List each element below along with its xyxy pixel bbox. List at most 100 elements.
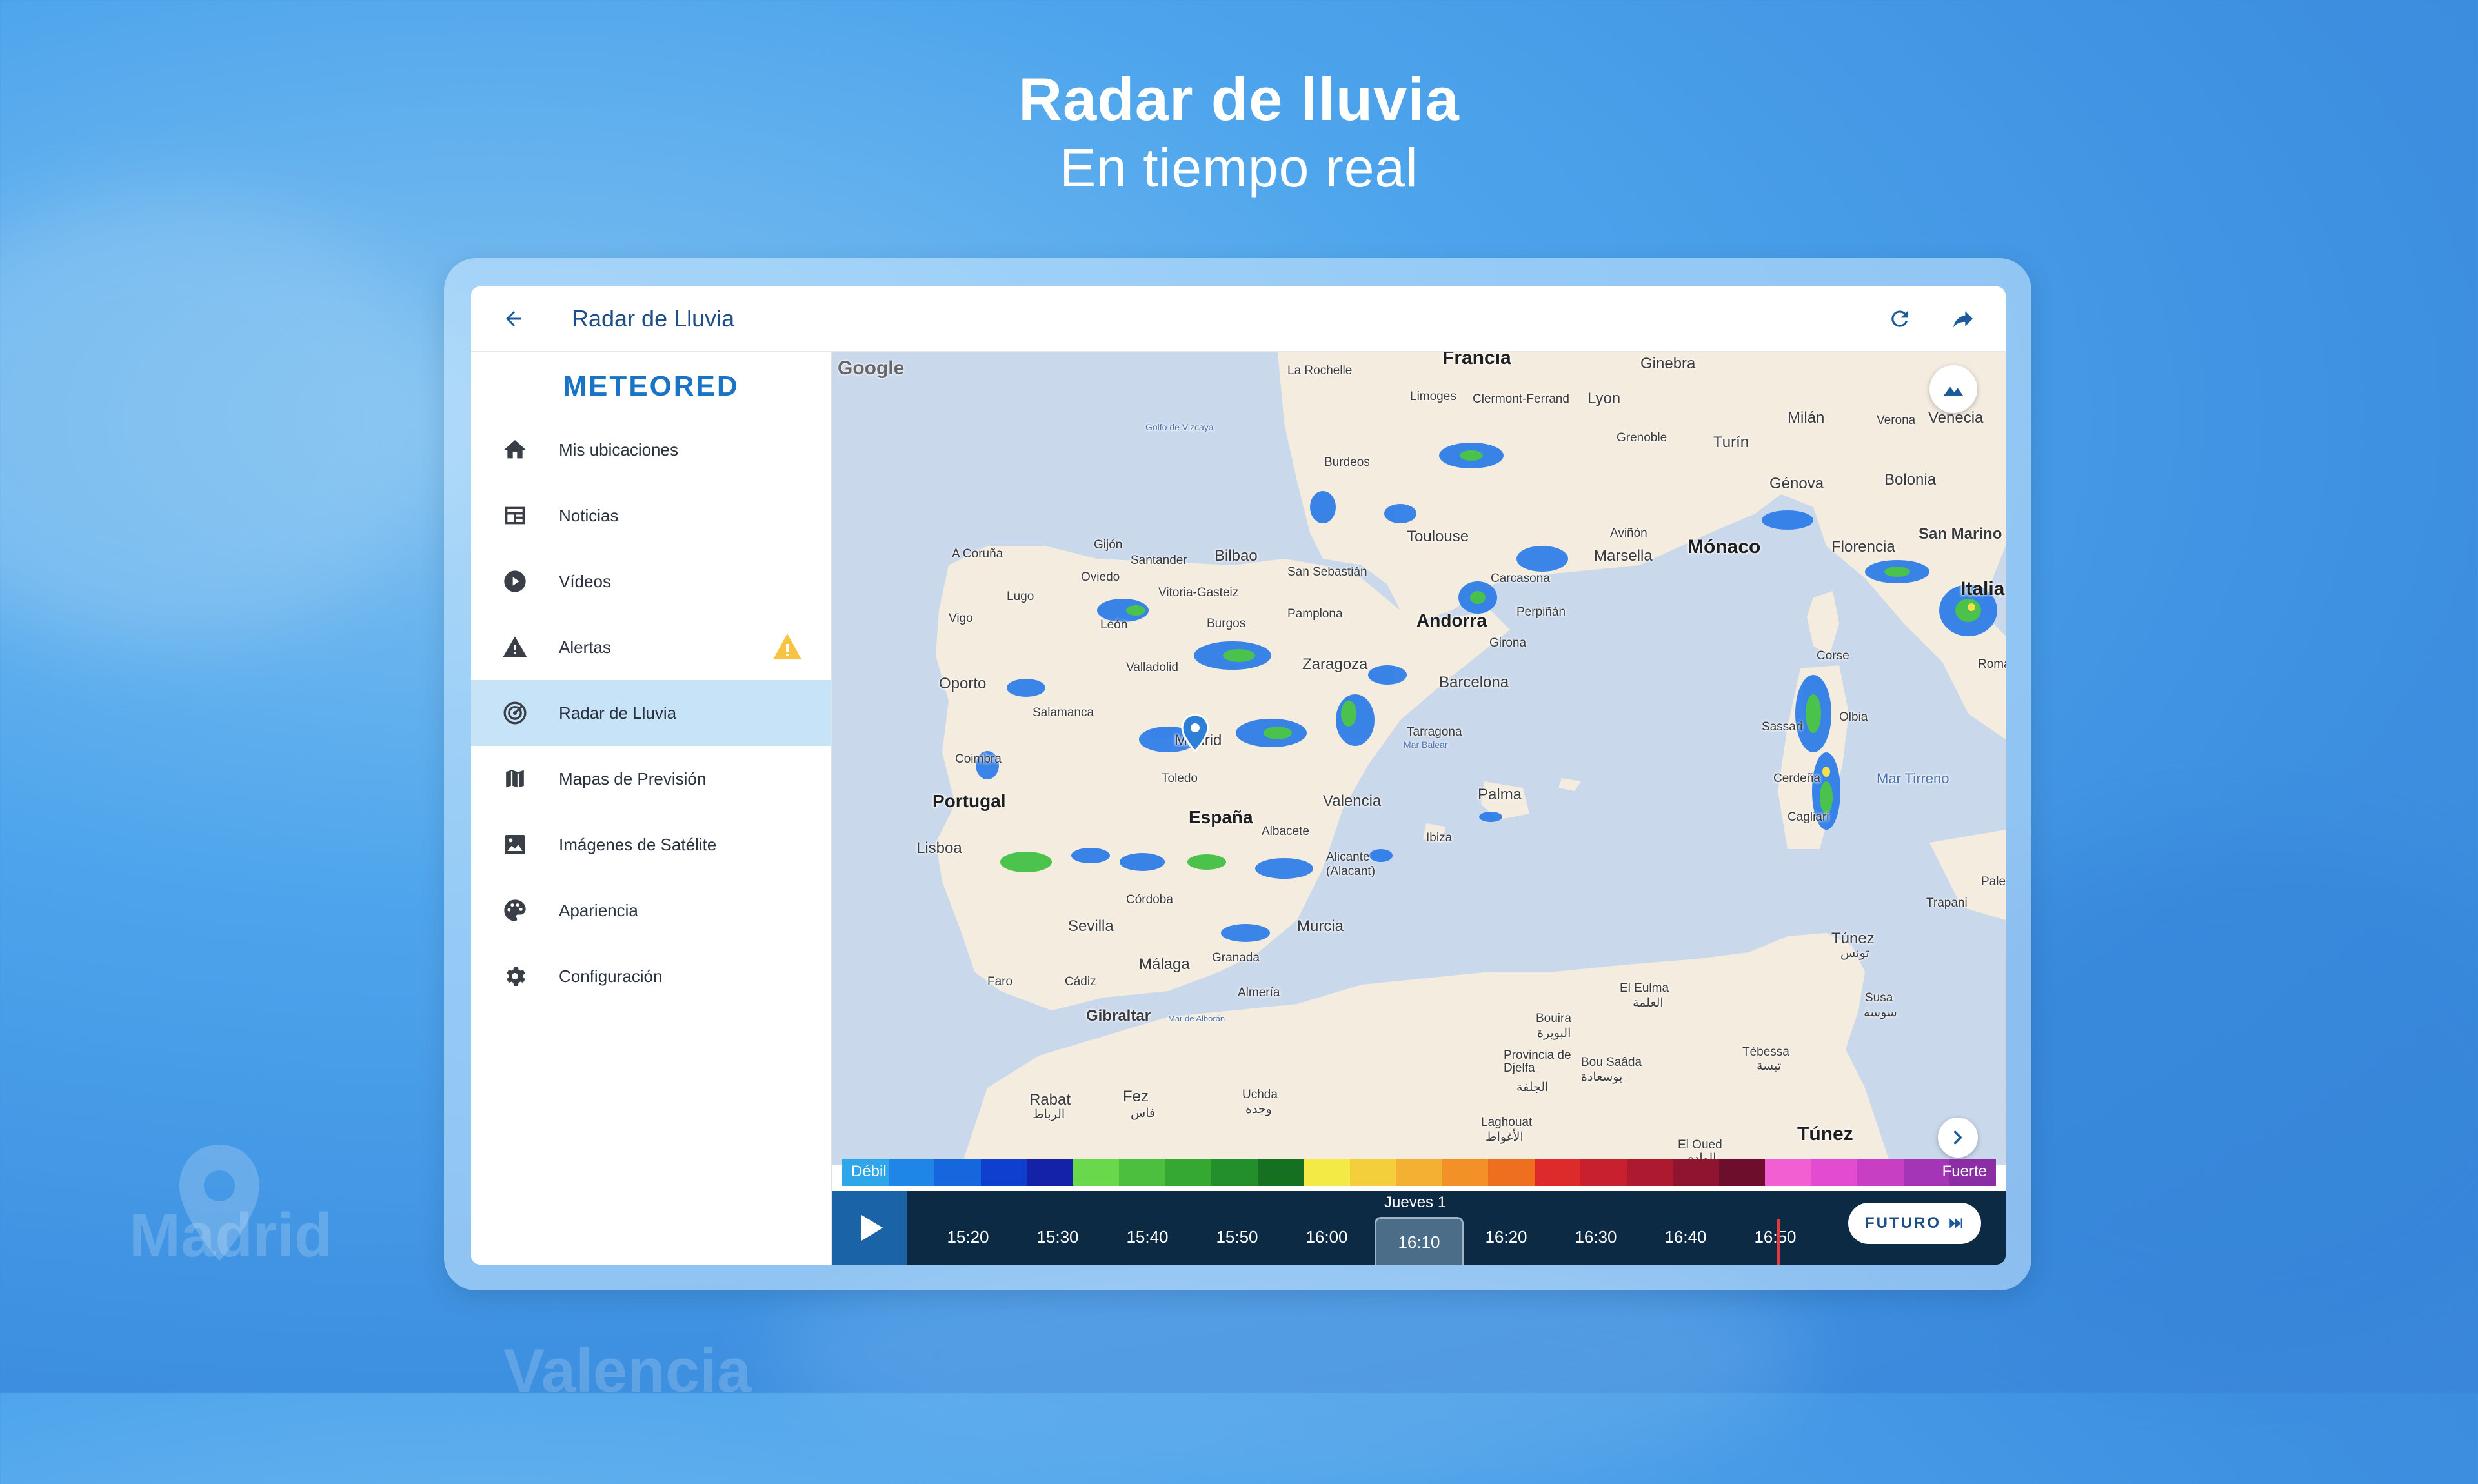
map-label: San Marino bbox=[1919, 525, 2002, 543]
map-label: Granada bbox=[1212, 951, 1260, 965]
hero-subtitle: En tiempo real bbox=[1060, 137, 1418, 198]
svg-text:METEORED: METEORED bbox=[563, 370, 739, 402]
time-step[interactable]: 15:30 bbox=[1019, 1227, 1096, 1247]
map-label: Limoges bbox=[1410, 390, 1456, 403]
sidebar-item-configuracion[interactable]: Configuración bbox=[471, 943, 831, 1009]
sidebar-item-label: Mapas de Previsión bbox=[559, 768, 707, 788]
map-label: الأغواط bbox=[1486, 1130, 1524, 1144]
play-circle-icon bbox=[501, 567, 529, 596]
legend-color-segment bbox=[1718, 1159, 1766, 1186]
sidebar-item-label: Apariencia bbox=[559, 900, 638, 920]
legend-color-segment bbox=[1027, 1159, 1073, 1186]
map-label: Córdoba bbox=[1126, 893, 1173, 907]
legend-color-segment bbox=[1349, 1159, 1396, 1186]
legend-color-segment bbox=[1304, 1159, 1350, 1186]
map-label: Vitoria-Gasteiz bbox=[1158, 586, 1239, 599]
map-label: فاس bbox=[1131, 1107, 1156, 1120]
map-label: Roma bbox=[1978, 657, 2006, 671]
map-layers-button[interactable] bbox=[1929, 365, 1977, 413]
map-label: Trapani bbox=[1926, 896, 1968, 910]
sidebar-item-label: Noticias bbox=[559, 505, 619, 525]
legend-color-segment bbox=[1073, 1159, 1120, 1186]
map-label: الرباط bbox=[1032, 1108, 1065, 1121]
map-label: Laghouat bbox=[1481, 1116, 1533, 1129]
warning-badge-icon bbox=[773, 634, 801, 659]
sidebar-item-radar-de-lluvia[interactable]: Radar de Lluvia bbox=[471, 680, 831, 746]
back-button[interactable] bbox=[494, 299, 533, 338]
map-label: Túnez bbox=[1797, 1123, 1853, 1145]
legend-color-segment bbox=[888, 1159, 935, 1186]
map-label: Bolonia bbox=[1884, 471, 1937, 488]
map-label: Lisboa bbox=[916, 839, 962, 857]
map-label: Ginebra bbox=[1640, 355, 1696, 372]
map-label: Andorra bbox=[1416, 610, 1487, 630]
map-label: Uchda bbox=[1242, 1088, 1278, 1101]
legend-color-segment bbox=[1811, 1159, 1858, 1186]
time-step[interactable]: 16:40 bbox=[1647, 1227, 1724, 1247]
radar-map[interactable]: Google Francia La Rochelle Limoges Clerm… bbox=[832, 352, 2006, 1165]
legend-color-segment bbox=[1949, 1159, 1996, 1186]
map-label: Burdeos bbox=[1324, 456, 1370, 469]
time-step[interactable]: 16:20 bbox=[1467, 1227, 1545, 1247]
location-pin-icon[interactable] bbox=[1181, 714, 1209, 752]
refresh-icon bbox=[1891, 310, 1908, 327]
precipitation-legend bbox=[842, 1159, 1996, 1186]
map-label: Oporto bbox=[939, 675, 987, 692]
map-label: Túnez bbox=[1831, 930, 1875, 947]
palette-icon bbox=[501, 896, 529, 925]
time-step[interactable]: 16:50 bbox=[1737, 1227, 1814, 1247]
map-label: Italia bbox=[1960, 578, 2005, 599]
time-step[interactable]: 15:20 bbox=[929, 1227, 1007, 1247]
map-label: Carcasona bbox=[1491, 572, 1550, 585]
map-label: Almería bbox=[1238, 986, 1280, 999]
legend-color-segment bbox=[1257, 1159, 1304, 1186]
time-step[interactable]: 16:30 bbox=[1557, 1227, 1635, 1247]
sidebar-item-label: Configuración bbox=[559, 966, 663, 986]
map-label: Lyon bbox=[1587, 390, 1621, 407]
map-label: Aviñón bbox=[1610, 526, 1647, 540]
map-label: Zaragoza bbox=[1302, 656, 1368, 673]
time-step-selected[interactable]: 16:10 bbox=[1375, 1217, 1464, 1265]
map-label: Barcelona bbox=[1439, 674, 1509, 691]
time-step[interactable]: 15:50 bbox=[1198, 1227, 1276, 1247]
sidebar-item-noticias[interactable]: Noticias bbox=[471, 483, 831, 548]
timeline-day-label: Jueves 1 bbox=[1384, 1194, 1447, 1211]
legend-color-segment bbox=[1488, 1159, 1535, 1186]
refresh-button[interactable] bbox=[1880, 299, 1919, 338]
sidebar-item-apariencia[interactable]: Apariencia bbox=[471, 877, 831, 943]
radar-timeline: Jueves 1 15:20 15:30 15:40 15:50 16:00 1… bbox=[832, 1191, 2006, 1265]
google-attribution: Google bbox=[838, 357, 905, 379]
time-step[interactable]: 15:40 bbox=[1109, 1227, 1186, 1247]
map-label: Tébessa bbox=[1742, 1045, 1789, 1059]
map-label: Mar de Alborán bbox=[1168, 1014, 1225, 1023]
map-label: Milán bbox=[1788, 409, 1825, 426]
map-next-button[interactable] bbox=[1938, 1118, 1978, 1158]
time-step[interactable]: 16:00 bbox=[1288, 1227, 1365, 1247]
map-icon bbox=[501, 765, 529, 793]
map-label: Fez bbox=[1123, 1088, 1149, 1105]
background-ghost-valencia: Valencia bbox=[503, 1336, 752, 1405]
play-button[interactable] bbox=[832, 1191, 907, 1265]
map-label: Olbia bbox=[1839, 710, 1868, 724]
warning-icon bbox=[501, 633, 529, 661]
sidebar-item-mis-ubicaciones[interactable]: Mis ubicaciones bbox=[471, 417, 831, 483]
map-label: Gijón bbox=[1094, 538, 1123, 552]
legend-color-segment bbox=[1626, 1159, 1673, 1186]
share-button[interactable] bbox=[1944, 299, 1982, 338]
map-label: Bouira bbox=[1536, 1012, 1571, 1025]
sidebar-item-mapas-de-prevision[interactable]: Mapas de Previsión bbox=[471, 746, 831, 812]
legend-color-segment bbox=[1534, 1159, 1581, 1186]
share-icon bbox=[1953, 311, 1973, 328]
map-label: Portugal bbox=[932, 791, 1006, 811]
legend-color-segment bbox=[1442, 1159, 1489, 1186]
sidebar-item-alertas[interactable]: Alertas bbox=[471, 614, 831, 680]
map-label: Ibiza bbox=[1426, 831, 1453, 845]
sidebar-item-imagenes-de-satelite[interactable]: Imágenes de Satélite bbox=[471, 812, 831, 877]
map-base bbox=[936, 352, 2006, 1165]
background-pin-icon bbox=[179, 1145, 259, 1261]
future-button[interactable]: FUTURO bbox=[1848, 1203, 1981, 1244]
map-label: Salamanca bbox=[1032, 706, 1094, 719]
future-button-label: FUTURO bbox=[1865, 1214, 1941, 1232]
app-screen: Radar de Lluvia METEORED Mis ubicaciones… bbox=[471, 286, 2006, 1265]
sidebar-item-videos[interactable]: Vídeos bbox=[471, 548, 831, 614]
